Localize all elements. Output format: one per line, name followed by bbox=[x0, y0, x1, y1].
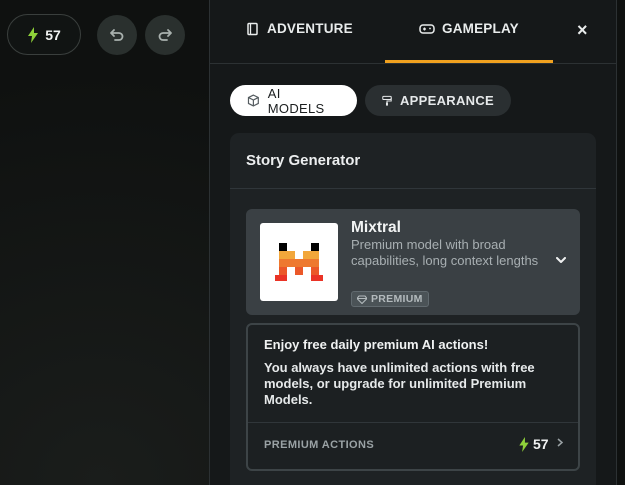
undo-button[interactable] bbox=[97, 14, 137, 55]
premium-promo-box: Enjoy free daily premium AI actions! You… bbox=[246, 323, 580, 471]
story-generator-card: Story Generator Mixtral Premium model wi… bbox=[230, 133, 596, 485]
active-tab-indicator bbox=[385, 60, 553, 63]
paint-roller-icon bbox=[382, 95, 392, 106]
model-selector[interactable]: Mixtral Premium model with broad capabil… bbox=[246, 209, 580, 315]
gamepad-icon bbox=[419, 23, 435, 34]
book-icon bbox=[247, 22, 258, 35]
close-button[interactable]: × bbox=[577, 20, 588, 41]
chevron-down-icon[interactable] bbox=[556, 251, 566, 267]
undo-icon bbox=[110, 28, 124, 41]
subtab-bar: AI MODELS APPEARANCE bbox=[230, 85, 511, 116]
cube-icon bbox=[247, 94, 259, 107]
tab-adventure-label: ADVENTURE bbox=[267, 21, 353, 36]
promo-body: You always have unlimited actions with f… bbox=[264, 360, 535, 407]
premium-badge: PREMIUM bbox=[351, 291, 429, 307]
panel-tabs: ADVENTURE GAMEPLAY × bbox=[210, 0, 616, 64]
lightning-icon bbox=[519, 436, 529, 452]
chevron-right-icon bbox=[557, 438, 563, 450]
redo-button[interactable] bbox=[145, 14, 185, 55]
premium-actions-count[interactable]: 57 bbox=[518, 436, 563, 452]
premium-actions-value: 57 bbox=[533, 436, 549, 452]
model-name: Mixtral bbox=[351, 219, 401, 236]
mixtral-logo bbox=[260, 223, 338, 301]
promo-title: Enjoy free daily premium AI actions! bbox=[264, 337, 489, 352]
energy-count: 57 bbox=[45, 26, 61, 43]
subtab-appearance-label: APPEARANCE bbox=[399, 93, 494, 108]
energy-counter-button[interactable]: 57 bbox=[7, 14, 81, 55]
top-toolbar: 57 bbox=[7, 14, 185, 55]
settings-panel: ADVENTURE GAMEPLAY × AI MODELS APPEARANC… bbox=[209, 0, 617, 485]
section-title: Story Generator bbox=[230, 133, 596, 189]
close-icon: × bbox=[577, 20, 588, 40]
tab-adventure[interactable]: ADVENTURE bbox=[246, 21, 353, 36]
tab-gameplay[interactable]: GAMEPLAY bbox=[419, 21, 519, 36]
premium-actions-label: PREMIUM ACTIONS bbox=[264, 439, 375, 451]
subtab-ai-models[interactable]: AI MODELS bbox=[230, 85, 357, 116]
lightning-icon bbox=[28, 26, 39, 43]
subtab-appearance[interactable]: APPEARANCE bbox=[365, 85, 511, 116]
subtab-ai-models-label: AI MODELS bbox=[267, 85, 325, 116]
divider bbox=[248, 422, 578, 423]
tab-gameplay-label: GAMEPLAY bbox=[442, 21, 519, 36]
model-description: Premium model with broad capabilities, l… bbox=[351, 237, 539, 268]
redo-icon bbox=[158, 28, 172, 41]
premium-badge-label: PREMIUM bbox=[371, 293, 423, 305]
gem-icon bbox=[357, 294, 367, 304]
